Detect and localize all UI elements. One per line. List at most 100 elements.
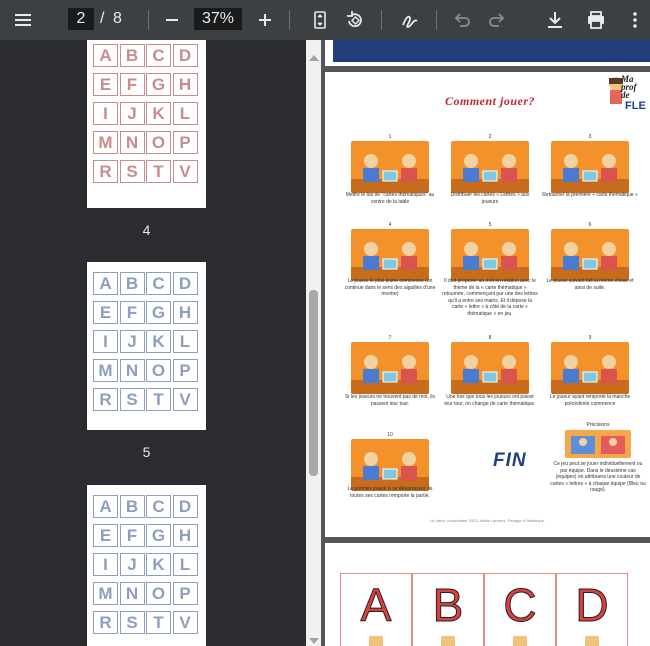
thumbnail-letter: H: [172, 301, 198, 324]
step-text: Retourner la première « carte thématique…: [542, 192, 638, 198]
thumbnail-letter: G: [146, 301, 171, 324]
page-thumbnail-4[interactable]: ABCD EFGH IJKL MNOP RSTV: [87, 40, 206, 208]
step-illustration: [551, 342, 629, 394]
print-icon[interactable]: [583, 7, 609, 33]
thumbnail-letter: A: [93, 44, 118, 67]
thumbnail-letter: P: [172, 582, 198, 605]
mini-logo-icon: [441, 636, 455, 646]
thumbnail-letter: H: [172, 524, 198, 547]
letter-card-letter: A: [360, 579, 392, 632]
thumbnail-letter: J: [119, 102, 145, 125]
thumbnail-letter: J: [119, 330, 145, 353]
page-footer: La Vertu, vocabulaire 2023, Adèle Lauren…: [429, 518, 546, 523]
zoom-out-icon[interactable]: [159, 7, 185, 33]
thumbnail-letter: T: [146, 388, 171, 411]
mini-logo-icon: [369, 636, 383, 646]
annotate-icon[interactable]: [397, 7, 423, 33]
letter-card: C: [484, 573, 556, 646]
step-illustration: [351, 342, 429, 394]
step-number: 8: [488, 335, 492, 341]
thumbnail-letter: P: [172, 131, 198, 154]
page-separator: /: [100, 10, 105, 27]
thumbnail-letter: D: [172, 44, 198, 67]
thumbnail-letter: A: [93, 495, 118, 518]
fit-page-icon[interactable]: [307, 7, 333, 33]
page-thumbnail-6[interactable]: ABCD EFGH IJKL MNOP RSTV: [87, 485, 206, 646]
step-illustration: [451, 342, 529, 394]
precisions-illustration: [565, 430, 631, 458]
thumbnail-letter: L: [172, 102, 198, 125]
step-number: 5: [488, 222, 492, 228]
step-number: 6: [588, 222, 592, 228]
zoom-input[interactable]: 37%: [194, 8, 242, 30]
step-text: Le joueur suivant fait la même chose et …: [546, 278, 634, 291]
scrollbar-thumb[interactable]: [309, 290, 318, 476]
download-icon[interactable]: [542, 7, 568, 33]
page-3: ABCD: [325, 543, 650, 646]
undo-icon[interactable]: [449, 7, 475, 33]
letter-card: A: [340, 573, 412, 646]
menu-icon[interactable]: [10, 7, 36, 33]
zoom-in-icon[interactable]: [252, 7, 278, 33]
thumbnail-letter: S: [119, 388, 145, 411]
thumbnail-letter: M: [93, 359, 118, 382]
step-number: 2: [488, 134, 492, 140]
page-number-input[interactable]: 2: [68, 8, 94, 30]
more-icon[interactable]: [622, 7, 648, 33]
thumbnail-letter: T: [146, 611, 171, 634]
thumbnail-letter: M: [93, 582, 118, 605]
redo-icon[interactable]: [484, 7, 510, 33]
thumbnail-letter: S: [119, 160, 145, 183]
scroll-down-arrow-icon[interactable]: [309, 638, 319, 644]
thumbnail-letter: C: [146, 272, 171, 295]
step-text: Le joueur ayant remporté la manche précé…: [549, 394, 631, 407]
letter-card-letter: D: [575, 579, 609, 632]
thumbnail-letter: T: [146, 160, 171, 183]
thumbnail-letter: E: [93, 73, 118, 96]
thumbnail-letter: R: [93, 388, 118, 411]
step-illustration: [451, 229, 529, 281]
scroll-up-arrow-icon[interactable]: [309, 55, 319, 61]
thumbnail-letter: O: [146, 582, 171, 605]
thumbnail-letter: O: [146, 131, 171, 154]
thumbnail-letter: N: [119, 582, 145, 605]
step-illustration: [551, 229, 629, 281]
thumbnail-letter: K: [146, 553, 171, 576]
thumbnail-letter: K: [146, 330, 171, 353]
step-number: 7: [388, 335, 392, 341]
step-text: Il doit proposer un mot en relation avec…: [442, 278, 538, 317]
page-thumbnail-5[interactable]: ABCD EFGH IJKL MNOP RSTV: [87, 262, 206, 430]
rotate-icon[interactable]: [342, 7, 368, 33]
thumbnail-letter: G: [146, 524, 171, 547]
page-title: Comment jouer?: [444, 94, 535, 108]
step-illustration: [451, 141, 529, 193]
thumbnail-letter: O: [146, 359, 171, 382]
thumbnail-letter: M: [93, 131, 118, 154]
thumbnail-letter: H: [172, 73, 198, 96]
thumbnail-letter: F: [119, 524, 145, 547]
document-viewer[interactable]: Comment jouer? Ma prof de FLE 1 Mettre le t…: [321, 40, 650, 646]
thumbnail-letter: L: [172, 553, 198, 576]
thumbnail-letter: I: [93, 102, 118, 125]
step-number: 9: [588, 335, 592, 341]
thumbnail-letter: P: [172, 359, 198, 382]
thumbnail-letter: G: [146, 73, 171, 96]
thumbnail-letter: N: [119, 131, 145, 154]
letter-card-letter: C: [503, 579, 537, 632]
thumbnail-letter: V: [172, 388, 198, 411]
toolbar-divider: [289, 10, 290, 30]
thumbnail-letter: B: [119, 495, 145, 518]
step-number: 1: [388, 134, 392, 140]
step-number: 3: [588, 134, 592, 140]
thumbnail-letter: L: [172, 330, 198, 353]
thumbnail-label: 5: [142, 444, 151, 460]
letter-card: D: [556, 573, 628, 646]
pdf-toolbar: 2 / 8 37%: [0, 0, 650, 40]
thumbnail-letter: V: [172, 611, 198, 634]
thumbnail-letter: R: [93, 611, 118, 634]
step-illustration: [351, 439, 429, 491]
thumbnail-letter: I: [93, 330, 118, 353]
thumbnail-sidebar: ABCDEFGHIJKLMNOPRSTV 4 ABCDEFGHIJKLMNOPR…: [0, 40, 306, 646]
page-banner: [333, 40, 650, 62]
step-text: Le joueur le plus jeune commence (on con…: [344, 278, 436, 297]
